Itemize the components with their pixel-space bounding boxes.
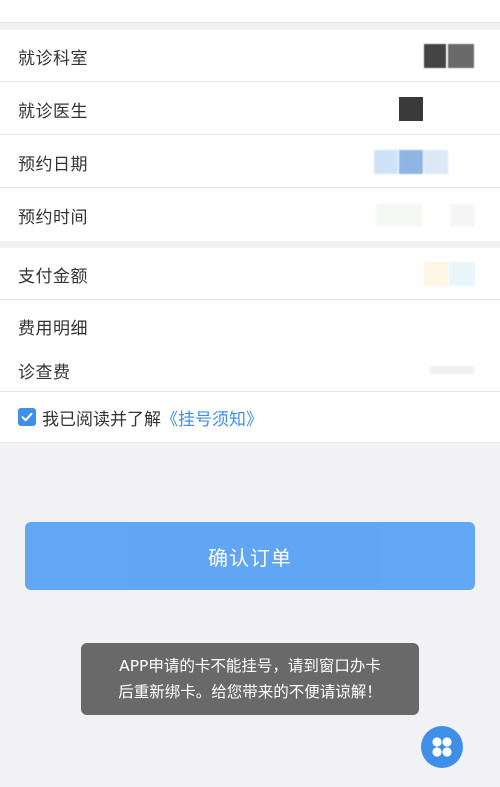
payment-card: 支付金额 费用明细 诊查费 我已阅读并了解《挂号须知》 (0, 248, 500, 443)
time-value-redacted-2 (450, 204, 474, 226)
department-value-redacted-2 (448, 44, 474, 68)
agreement-text-container: 我已阅读并了解《挂号须知》 (42, 405, 263, 430)
date-value-redacted-2 (399, 150, 423, 174)
doctor-value-redacted (399, 97, 423, 121)
consultation-fee-row: 诊查费 (0, 348, 500, 392)
date-value-redacted (374, 150, 398, 174)
date-value-redacted-3 (424, 150, 448, 174)
consultation-fee-value-redacted (430, 366, 474, 374)
date-label: 预约日期 (18, 154, 88, 175)
four-circles-icon (432, 737, 452, 757)
agreement-checkbox[interactable] (18, 408, 36, 426)
check-icon (21, 412, 33, 422)
fee-detail-label: 费用明细 (18, 318, 88, 339)
doctor-row: 就诊医生 (0, 83, 500, 135)
toast-message: APP申请的卡不能挂号，请到窗口办卡 后重新绑卡。给您带来的不便请谅解！ (81, 643, 419, 715)
amount-label: 支付金额 (18, 266, 88, 287)
time-value-redacted (376, 204, 422, 226)
department-label: 就诊科室 (18, 48, 88, 69)
floating-menu-button[interactable] (421, 726, 463, 768)
order-confirm-page: 就诊科室 就诊医生 预约日期 预约时间 支付金额 费用明细 诊查费 我已阅读并了… (0, 0, 500, 787)
amount-row: 支付金额 (0, 248, 500, 300)
notice-link[interactable]: 《挂号须知》 (161, 410, 263, 430)
toast-line-2: 后重新绑卡。给您带来的不便请谅解！ (118, 683, 382, 701)
amount-value-redacted-2 (449, 262, 475, 286)
confirm-order-button[interactable]: 确认订单 (25, 522, 475, 590)
agreement-row: 我已阅读并了解《挂号须知》 (0, 392, 500, 442)
agreement-text: 我已阅读并了解 (42, 409, 161, 430)
doctor-label: 就诊医生 (18, 101, 88, 122)
amount-value-redacted (424, 262, 448, 286)
fee-detail-row: 费用明细 (0, 302, 500, 350)
department-row: 就诊科室 (0, 30, 500, 82)
time-row: 预约时间 (0, 189, 500, 241)
date-row: 预约日期 (0, 136, 500, 188)
department-value-redacted (424, 44, 446, 68)
top-strip (0, 0, 500, 23)
time-label: 预约时间 (18, 207, 88, 228)
toast-line-1: APP申请的卡不能挂号，请到窗口办卡 (119, 657, 381, 675)
consultation-fee-label: 诊查费 (18, 362, 71, 383)
appointment-info-card: 就诊科室 就诊医生 预约日期 预约时间 (0, 30, 500, 241)
